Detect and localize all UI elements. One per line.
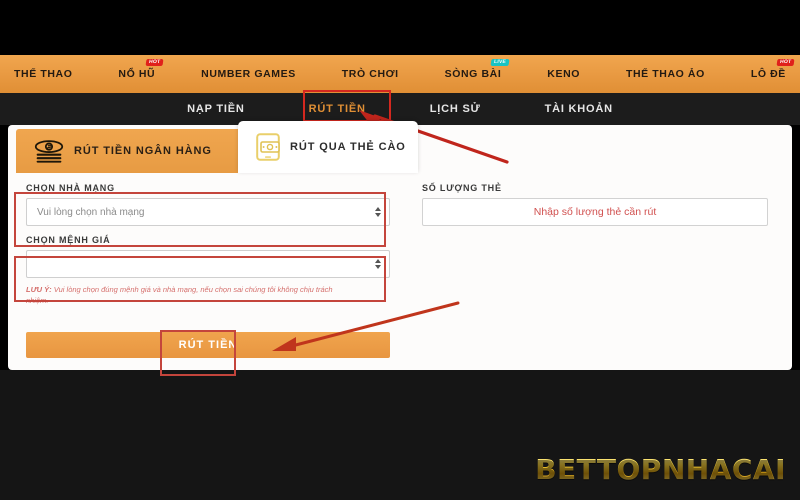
nav-item-the-thao[interactable]: THỂ THAO: [8, 68, 78, 80]
quantity-input[interactable]: Nhập số lượng thẻ cần rút: [422, 198, 768, 226]
withdraw-panel: RÚT TIỀN NGÂN HÀNG RÚT QUA THẺ CÀO CHỌN …: [8, 121, 792, 370]
nav-item-the-thao-ao[interactable]: THỂ THAO ẢO: [620, 68, 711, 80]
nav-item-label: LÔ ĐỀ: [750, 68, 786, 80]
form-right-column: SỐ LƯỢNG THẺ Nhập số lượng thẻ cần rút: [408, 183, 792, 307]
quantity-placeholder: Nhập số lượng thẻ cần rút: [533, 206, 657, 218]
mobile-card-icon: [256, 133, 280, 161]
nav-item-number-games[interactable]: NUMBER GAMES: [195, 68, 302, 80]
chevron-updown-icon: [375, 207, 381, 217]
form-note: LƯU Ý: Vui lòng chọn đúng mệnh giá và nh…: [26, 285, 356, 307]
top-black-strip: [0, 0, 800, 55]
chevron-updown-icon: [375, 259, 381, 269]
carrier-select-value: Vui lòng chọn nhà mạng: [37, 206, 145, 218]
nav-item-keno[interactable]: KENO: [541, 68, 586, 80]
subnav-item-rut-tien[interactable]: RÚT TIỀN: [299, 99, 376, 119]
hot-badge-icon: HOT: [145, 59, 164, 66]
live-badge-icon: LIVE: [490, 59, 510, 66]
nav-item-label: THỂ THAO: [14, 68, 73, 80]
form-left-column: CHỌN NHÀ MẠNG Vui lòng chọn nhà mạng CHỌ…: [8, 183, 408, 307]
cash-stack-icon: [34, 139, 64, 163]
quantity-label: SỐ LƯỢNG THẺ: [422, 183, 502, 193]
field-group-denomination: CHỌN MỆNH GIÁ: [26, 235, 390, 278]
submit-withdraw-button[interactable]: RÚT TIỀN: [26, 332, 390, 358]
withdraw-form: CHỌN NHÀ MẠNG Vui lòng chọn nhà mạng CHỌ…: [8, 183, 792, 307]
tab-label: RÚT QUA THẺ CÀO: [290, 141, 406, 153]
nav-item-label: SÒNG BÀI: [444, 68, 502, 80]
nav-item-song-bai[interactable]: SÒNG BÀI LIVE: [439, 59, 510, 80]
nav-item-label: KENO: [547, 68, 581, 80]
nav-item-label: NUMBER GAMES: [201, 68, 296, 80]
field-group-quantity: SỐ LƯỢNG THẺ Nhập số lượng thẻ cần rút: [422, 183, 768, 226]
tab-rut-tien-ngan-hang[interactable]: RÚT TIỀN NGÂN HÀNG: [16, 129, 238, 173]
watermark-logo: BETTOPNHACAI: [535, 453, 786, 486]
nav-item-no-hu[interactable]: NỔ HŨ HOT: [112, 59, 164, 80]
note-text: Vui lòng chọn đúng mệnh giá và nhà mạng,…: [26, 285, 333, 305]
subnav-item-lich-su[interactable]: LỊCH SỬ: [420, 99, 491, 119]
hot-badge-icon: HOT: [776, 59, 795, 66]
withdraw-method-tabs: RÚT TIỀN NGÂN HÀNG RÚT QUA THẺ CÀO: [8, 121, 418, 173]
carrier-select[interactable]: Vui lòng chọn nhà mạng: [26, 198, 390, 226]
subnav-item-nap-tien[interactable]: NẠP TIỀN: [177, 99, 255, 119]
nav-item-label: TRÒ CHƠI: [341, 68, 399, 80]
field-group-carrier: CHỌN NHÀ MẠNG Vui lòng chọn nhà mạng: [26, 183, 390, 226]
denomination-label: CHỌN MỆNH GIÁ: [26, 235, 111, 245]
nav-item-lo-de[interactable]: LÔ ĐỀ HOT: [745, 59, 795, 80]
tab-rut-qua-the-cao[interactable]: RÚT QUA THẺ CÀO: [238, 121, 418, 173]
tab-label: RÚT TIỀN NGÂN HÀNG: [74, 145, 212, 157]
nav-item-label: NỔ HŨ: [118, 68, 156, 80]
subnav-item-tai-khoan[interactable]: TÀI KHOẢN: [535, 99, 623, 119]
denomination-select[interactable]: [26, 250, 390, 278]
carrier-label: CHỌN NHÀ MẠNG: [26, 183, 115, 193]
submit-row: RÚT TIỀN: [26, 332, 390, 358]
nav-item-label: THỂ THAO ẢO: [625, 68, 705, 80]
note-prefix: LƯU Ý:: [26, 285, 52, 294]
main-navigation: THỂ THAO NỔ HŨ HOT NUMBER GAMES TRÒ CHƠI…: [0, 55, 800, 93]
nav-item-tro-choi[interactable]: TRÒ CHƠI: [336, 68, 405, 80]
app-screenshot: THỂ THAO NỔ HŨ HOT NUMBER GAMES TRÒ CHƠI…: [0, 0, 800, 500]
